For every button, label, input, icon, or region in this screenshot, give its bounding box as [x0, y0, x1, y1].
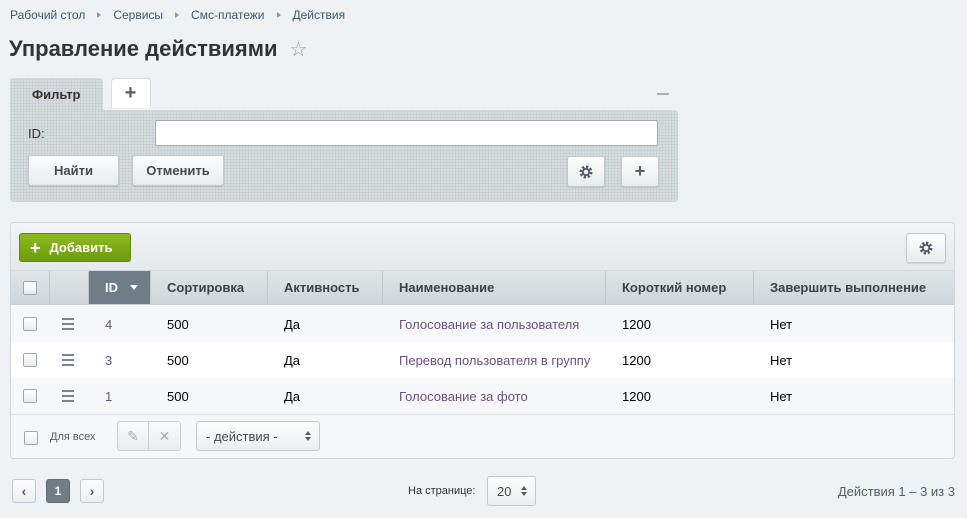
- row-menu-cell: [50, 306, 89, 342]
- breadcrumb-separator-icon: [276, 12, 281, 18]
- chevron-left-icon: ‹: [21, 483, 27, 499]
- header-checkbox-cell: [11, 271, 50, 304]
- breadcrumb-item-services[interactable]: Сервисы: [113, 8, 163, 22]
- page-number-current[interactable]: 1: [46, 479, 70, 503]
- column-header-finish[interactable]: Завершить выполнение: [754, 271, 954, 304]
- row-menu-cell: [50, 342, 89, 378]
- row-sort: 500: [167, 316, 189, 332]
- actions-select-value: - действия -: [206, 428, 278, 444]
- row-name-link[interactable]: Голосование за пользователя: [383, 306, 606, 342]
- grid-header: ID Сортировка Активность Наименование Ко…: [11, 271, 954, 305]
- filter-panel: ID: Найти Отменить +: [10, 110, 678, 202]
- id-filter-input[interactable]: [155, 120, 658, 146]
- header-drag-cell: [50, 271, 89, 304]
- row-name-link[interactable]: Голосование за фото: [383, 378, 606, 414]
- tab-filter[interactable]: Фильтр: [10, 78, 103, 110]
- row-checkbox[interactable]: [23, 317, 37, 331]
- column-header-sort[interactable]: Сортировка: [151, 271, 268, 304]
- row-menu-cell: [50, 378, 89, 414]
- for-all-checkbox[interactable]: [24, 431, 38, 445]
- row-menu-icon[interactable]: [62, 354, 74, 366]
- star-icon[interactable]: ☆: [290, 37, 308, 62]
- select-all-checkbox[interactable]: [23, 280, 37, 295]
- row-short-number: 1200: [622, 316, 651, 332]
- select-arrows-icon: [521, 486, 527, 496]
- row-id-link[interactable]: 4: [89, 306, 151, 342]
- table-row[interactable]: 1 500 Да Голосование за фото 1200 Нет: [11, 378, 954, 414]
- actions-select[interactable]: - действия -: [196, 421, 320, 451]
- column-header-short-number[interactable]: Короткий номер: [606, 271, 754, 304]
- column-header-id[interactable]: ID: [89, 271, 151, 304]
- breadcrumb-item-sms-payments[interactable]: Смс-платежи: [191, 8, 264, 22]
- row-name-link[interactable]: Перевод пользователя в группу: [383, 342, 606, 378]
- page-title: Управление действиями: [9, 36, 278, 61]
- grid-body: 4 500 Да Голосование за пользователя 120…: [11, 306, 954, 414]
- find-button[interactable]: Найти: [28, 155, 119, 186]
- row-finish: Нет: [770, 316, 793, 332]
- add-button[interactable]: + Добавить: [19, 233, 131, 262]
- row-sort: 500: [167, 352, 189, 368]
- breadcrumb-item-desktop[interactable]: Рабочий стол: [10, 8, 85, 22]
- records-summary: Действия 1 – 3 из 3: [837, 484, 955, 499]
- add-filter-field-button[interactable]: +: [621, 156, 659, 187]
- pencil-icon: ✎: [127, 427, 139, 444]
- row-sort: 500: [167, 388, 189, 404]
- chevron-right-icon: ›: [89, 483, 95, 499]
- select-arrows-icon: [305, 431, 311, 441]
- row-short-number: 1200: [622, 388, 651, 404]
- grid-settings-button[interactable]: [906, 233, 946, 263]
- row-id-link[interactable]: 1: [89, 378, 151, 414]
- per-page-label: На странице:: [408, 485, 476, 497]
- grid-footer: Для всех ✎ ✕ - действия -: [11, 414, 954, 458]
- row-checkbox-cell: [11, 306, 50, 342]
- group-actions: ✎ ✕: [117, 421, 181, 451]
- row-checkbox-cell: [11, 342, 50, 378]
- breadcrumb: Рабочий стол Сервисы Смс-платежи Действи…: [10, 8, 345, 22]
- close-icon: ✕: [158, 427, 171, 444]
- page-title-row: Управление действиями ☆: [9, 36, 307, 62]
- column-header-active[interactable]: Активность: [268, 271, 383, 304]
- minimize-filter-icon[interactable]: [657, 93, 669, 95]
- gear-icon: [579, 165, 593, 178]
- filter-settings-button[interactable]: [567, 156, 605, 187]
- grid-toolbar: + Добавить: [11, 223, 954, 271]
- row-active: Да: [284, 388, 301, 404]
- row-id-link[interactable]: 3: [89, 342, 151, 378]
- breadcrumb-separator-icon: [175, 12, 180, 18]
- row-menu-icon[interactable]: [62, 318, 74, 330]
- breadcrumb-item-actions[interactable]: Действия: [293, 8, 346, 22]
- gear-icon: [919, 241, 933, 255]
- row-menu-icon[interactable]: [62, 390, 74, 402]
- row-active: Да: [284, 352, 301, 368]
- id-field-label: ID:: [28, 126, 45, 141]
- row-finish: Нет: [770, 352, 793, 368]
- delete-selected-button[interactable]: ✕: [149, 422, 180, 450]
- plus-icon: +: [124, 82, 137, 104]
- actions-grid: + Добавить ID Сортировка Активность Наим…: [10, 222, 955, 459]
- column-header-label: ID: [105, 280, 118, 295]
- row-checkbox[interactable]: [23, 353, 37, 367]
- sort-down-icon: [130, 285, 138, 290]
- for-all-label: Для всех: [50, 431, 96, 443]
- row-short-number: 1200: [622, 352, 651, 368]
- cancel-button[interactable]: Отменить: [132, 155, 224, 186]
- edit-selected-button[interactable]: ✎: [118, 422, 150, 450]
- add-button-label: Добавить: [49, 240, 113, 255]
- per-page-select[interactable]: 20: [487, 476, 536, 506]
- row-checkbox-cell: [11, 378, 50, 414]
- per-page-value: 20: [497, 483, 512, 499]
- prev-page-button[interactable]: ‹: [12, 479, 36, 503]
- row-active: Да: [284, 316, 301, 332]
- table-row[interactable]: 4 500 Да Голосование за пользователя 120…: [11, 306, 954, 342]
- row-checkbox[interactable]: [23, 389, 37, 403]
- add-filter-tab-button[interactable]: +: [110, 78, 151, 108]
- row-finish: Нет: [770, 388, 793, 404]
- filter-tabs: Фильтр +: [10, 78, 151, 110]
- table-row[interactable]: 3 500 Да Перевод пользователя в группу 1…: [11, 342, 954, 378]
- column-header-name[interactable]: Наименование: [383, 271, 606, 304]
- plus-icon: +: [634, 161, 646, 181]
- plus-icon: +: [30, 237, 41, 258]
- breadcrumb-separator-icon: [97, 12, 102, 18]
- next-page-button[interactable]: ›: [80, 479, 104, 503]
